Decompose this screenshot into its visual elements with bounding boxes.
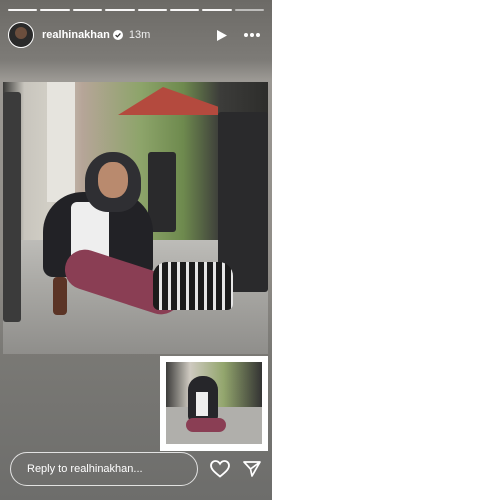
- progress-segment: [72, 9, 103, 11]
- story-viewer[interactable]: realhinakhan 13m Reply to realhinakhan..…: [0, 0, 272, 500]
- thumbnail-shirt: [196, 392, 208, 416]
- username[interactable]: realhinakhan: [42, 29, 110, 41]
- progress-segment: [105, 9, 135, 11]
- reply-input[interactable]: Reply to realhinakhan...: [10, 452, 198, 486]
- person-face: [98, 162, 128, 198]
- story-photo: [3, 82, 268, 354]
- gym-machine: [148, 152, 176, 232]
- avatar[interactable]: [8, 22, 34, 48]
- more-options-icon[interactable]: [240, 23, 264, 47]
- progress-segment: [40, 9, 70, 11]
- story-progress-bar: [8, 9, 264, 11]
- progress-segment: [8, 9, 38, 11]
- verified-badge-icon: [112, 30, 123, 40]
- progress-segment: [137, 9, 167, 11]
- play-icon[interactable]: [210, 23, 234, 47]
- send-icon[interactable]: [240, 457, 264, 481]
- water-bottle: [53, 277, 67, 315]
- thumbnail-image: [166, 362, 262, 444]
- pillar: [47, 82, 75, 202]
- post-time: 13m: [128, 29, 151, 41]
- progress-segment: [169, 9, 200, 11]
- heart-icon[interactable]: [208, 457, 232, 481]
- progress-segment: [234, 9, 264, 11]
- gym-machine: [3, 92, 21, 322]
- story-header: realhinakhan 13m: [8, 20, 264, 50]
- thumbnail-legs: [186, 418, 226, 432]
- reply-placeholder: Reply to realhinakhan...: [27, 463, 143, 475]
- shared-post-thumbnail[interactable]: [160, 356, 268, 451]
- progress-segment: [202, 9, 232, 11]
- gym-bag: [153, 262, 233, 310]
